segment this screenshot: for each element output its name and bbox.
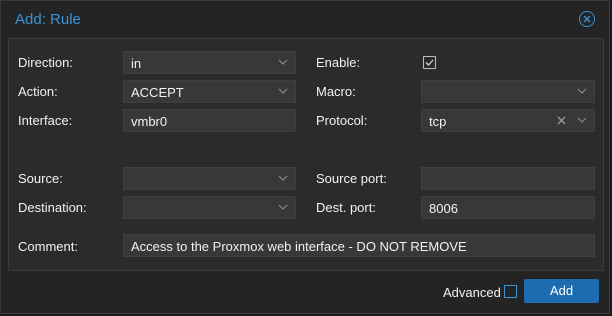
close-icon	[583, 15, 591, 23]
comment-value: Access to the Proxmox web interface - DO…	[131, 239, 467, 254]
chevron-down-icon	[577, 88, 587, 94]
clear-icon[interactable]	[557, 116, 566, 125]
direction-value: in	[131, 56, 142, 71]
advanced-label: Advanced	[443, 285, 501, 300]
chevron-down-icon	[577, 117, 587, 123]
close-button[interactable]	[579, 11, 595, 27]
source-select[interactable]	[123, 167, 296, 190]
source-label: Source:	[18, 171, 63, 186]
chevron-down-icon	[278, 59, 288, 65]
add-rule-dialog: Add: Rule Direction: in Enable: Action: …	[0, 0, 610, 314]
dest-port-value: 8006	[429, 201, 458, 216]
destination-select[interactable]	[123, 196, 296, 219]
direction-label: Direction:	[18, 55, 73, 70]
macro-label: Macro:	[316, 84, 356, 99]
destination-label: Destination:	[18, 200, 87, 215]
protocol-label: Protocol:	[316, 113, 368, 128]
macro-select[interactable]	[421, 80, 595, 103]
chevron-down-icon	[278, 204, 288, 210]
add-button[interactable]: Add	[524, 279, 599, 303]
chevron-down-icon	[278, 175, 288, 181]
enable-checkbox[interactable]	[423, 56, 436, 69]
enable-label: Enable:	[316, 55, 361, 70]
source-port-input[interactable]	[421, 167, 595, 190]
interface-label: Interface:	[18, 113, 73, 128]
protocol-select[interactable]: tcp	[421, 109, 595, 132]
action-label: Action:	[18, 84, 58, 99]
checkmark-icon	[425, 59, 434, 66]
dest-port-input[interactable]: 8006	[421, 196, 595, 219]
interface-input[interactable]: vmbr0	[123, 109, 296, 132]
advanced-checkbox[interactable]	[504, 285, 517, 298]
comment-input[interactable]: Access to the Proxmox web interface - DO…	[123, 234, 595, 257]
dest-port-label: Dest. port:	[316, 200, 376, 215]
comment-label: Comment:	[18, 239, 78, 254]
protocol-value: tcp	[429, 114, 447, 129]
dialog-title: Add: Rule	[15, 11, 81, 28]
chevron-down-icon	[278, 88, 288, 94]
rule-form: Direction: in Enable: Action: ACCEPT Mac…	[8, 38, 604, 271]
interface-value: vmbr0	[131, 114, 168, 129]
action-select[interactable]: ACCEPT	[123, 80, 296, 103]
action-value: ACCEPT	[131, 85, 184, 100]
dialog-titlebar: Add: Rule	[1, 1, 609, 37]
dialog-footer: Advanced Add	[1, 273, 609, 313]
direction-select[interactable]: in	[123, 51, 296, 74]
source-port-label: Source port:	[316, 171, 387, 186]
